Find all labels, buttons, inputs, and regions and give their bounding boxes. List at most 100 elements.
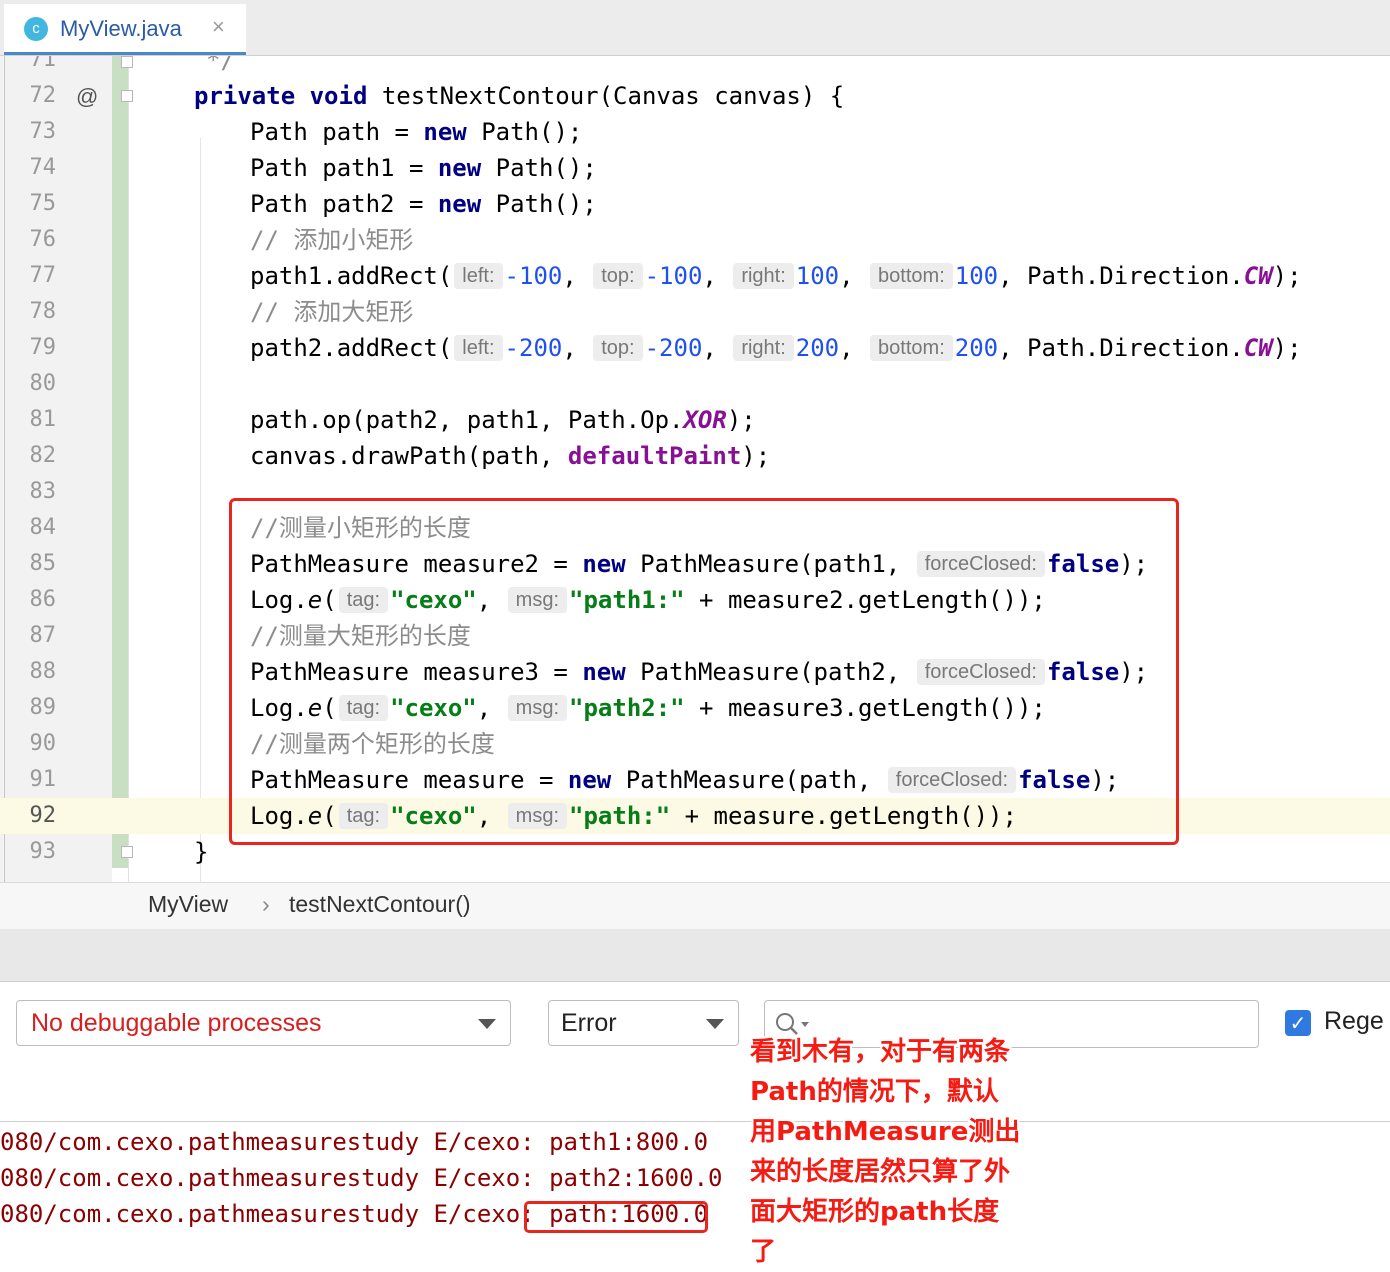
number-literal: 200	[795, 334, 840, 362]
keyword: private	[194, 82, 296, 110]
dropdown-arrow-icon	[478, 1019, 496, 1029]
keyword: new	[437, 190, 482, 218]
process-select[interactable]: No debuggable processes	[16, 1000, 511, 1046]
log-line: 080/com.cexo.pathmeasurestudy E/cexo: pa…	[0, 1128, 709, 1156]
code-line: 76 // 添加小矩形	[0, 222, 1390, 258]
number-literal: -200	[644, 334, 703, 362]
log-line: 080/com.cexo.pathmeasurestudy E/cexo: pa…	[0, 1164, 723, 1192]
code-segment: Path();	[466, 118, 583, 146]
code-segment: path2.addRect(	[250, 334, 453, 362]
code-segment: , Path.Direction.	[998, 262, 1244, 290]
line-number: 71	[29, 56, 57, 72]
tab-myview-java[interactable]: c MyView.java ×	[4, 4, 246, 55]
highlight-box	[229, 498, 1179, 845]
code-text: path1.addRect(left: -100, top: -100, right…	[250, 262, 1302, 290]
code-segment: Path path2 =	[250, 190, 438, 218]
line-number: 78	[29, 299, 57, 324]
code-line: 71 */	[0, 56, 1390, 78]
line-number: 73	[29, 119, 57, 144]
breadcrumb: MyView › testNextContour()	[0, 882, 1390, 930]
comment-text: */	[206, 56, 235, 74]
code-segment: path.op(path2, path1, Path.Op.	[250, 406, 684, 434]
annotation-line: 看到木有，对于有两条	[750, 1037, 1011, 1067]
code-text: canvas.drawPath(path, defaultPaint);	[250, 438, 770, 474]
line-number: 81	[29, 407, 57, 432]
code-text: path2.addRect(left: -200, top: -200, right…	[250, 334, 1302, 362]
line-number: 80	[29, 371, 57, 396]
code-segment: Path();	[481, 154, 597, 182]
editor-tab-bar: c MyView.java ×	[0, 0, 1390, 56]
annotation-line: Path的情况下，默认	[750, 1077, 999, 1107]
line-number: 93	[29, 839, 57, 864]
highlight-box-small	[524, 1201, 708, 1233]
number-literal: -100	[644, 262, 703, 290]
code-line: 81 path.op(path2, path1, Path.Op.XOR);	[0, 402, 1390, 438]
code-text: Path path = new Path();	[250, 114, 582, 150]
param-hint: top:	[593, 263, 643, 289]
line-number: 89	[29, 695, 57, 720]
code-segment: Path path1 =	[250, 154, 438, 182]
number-literal: 100	[954, 262, 999, 290]
line-number: 88	[29, 659, 57, 684]
param-hint: top:	[593, 335, 643, 361]
code-text: Path path1 = new Path();	[250, 150, 597, 186]
code-segment: Path path =	[250, 118, 424, 146]
param-hint: bottom:	[870, 335, 953, 361]
code-line: 74 Path path1 = new Path();	[0, 150, 1390, 186]
breadcrumb-class[interactable]: MyView	[148, 891, 228, 918]
field-reference: defaultPaint	[567, 442, 742, 470]
dropdown-arrow-icon	[706, 1019, 724, 1029]
line-number: 86	[29, 587, 57, 612]
line-number: 85	[29, 551, 57, 576]
line-number: 87	[29, 623, 57, 648]
line-number: 77	[29, 263, 57, 288]
comment-text: // 添加小矩形	[250, 226, 414, 254]
code-text: path.op(path2, path1, Path.Op.XOR);	[250, 402, 756, 438]
code-segment: );	[741, 442, 771, 470]
code-segment: );	[1272, 334, 1302, 362]
code-text: }	[194, 838, 209, 866]
param-hint: left:	[454, 335, 503, 361]
code-line: 78 // 添加大矩形	[0, 294, 1390, 330]
line-number: 82	[29, 443, 57, 468]
close-icon[interactable]: ×	[212, 14, 225, 40]
line-number: 79	[29, 335, 57, 360]
line-number: 76	[29, 227, 57, 252]
regex-checkbox[interactable]: ✓	[1285, 1010, 1311, 1036]
tool-window-header	[0, 929, 1390, 982]
code-segment: Path();	[481, 190, 597, 218]
log-level-select[interactable]: Error	[548, 1000, 739, 1046]
number-literal: 100	[795, 262, 840, 290]
line-number: 83	[29, 479, 57, 504]
process-select-value: No debuggable processes	[31, 1009, 322, 1037]
log-level-value: Error	[561, 1009, 617, 1037]
param-hint: right:	[733, 263, 794, 289]
breadcrumb-method[interactable]: testNextContour()	[289, 891, 471, 918]
code-segment: );	[1272, 262, 1302, 290]
number-literal: -200	[504, 334, 563, 362]
code-segment: );	[726, 406, 756, 434]
param-hint: left:	[454, 263, 503, 289]
annotation-line: 来的长度居然只算了外	[750, 1157, 1011, 1187]
keyword: new	[423, 118, 467, 146]
code-segment: testNextContour(Canvas canvas) {	[367, 82, 845, 110]
code-segment: path1.addRect(	[250, 262, 453, 290]
code-segment: , Path.Direction.	[998, 334, 1244, 362]
regex-label: Rege	[1324, 1007, 1384, 1035]
number-literal: 200	[954, 334, 999, 362]
code-line: 77 path1.addRect(left: -100, top: -100, ri…	[0, 258, 1390, 294]
code-line: 79 path2.addRect(left: -200, top: -200, ri…	[0, 330, 1390, 366]
line-number: 72	[29, 83, 57, 108]
code-line: 82 canvas.drawPath(path, defaultPaint);	[0, 438, 1390, 474]
code-line: 72 private void testNextContour(Canvas c…	[0, 78, 1390, 114]
annotation-line: 面大矩形的path长度	[750, 1197, 1000, 1227]
number-literal: -100	[504, 262, 563, 290]
static-field: CW	[1243, 262, 1273, 290]
line-number: 90	[29, 731, 57, 756]
static-field: XOR	[683, 406, 727, 434]
annotation-text: 看到木有，对于有两条 Path的情况下，默认 用PathMeasure测出 来的…	[750, 1032, 1050, 1272]
param-hint: bottom:	[870, 263, 953, 289]
log-divider	[0, 1121, 1390, 1122]
tab-title: MyView.java	[60, 16, 182, 41]
java-class-icon: c	[24, 17, 48, 41]
